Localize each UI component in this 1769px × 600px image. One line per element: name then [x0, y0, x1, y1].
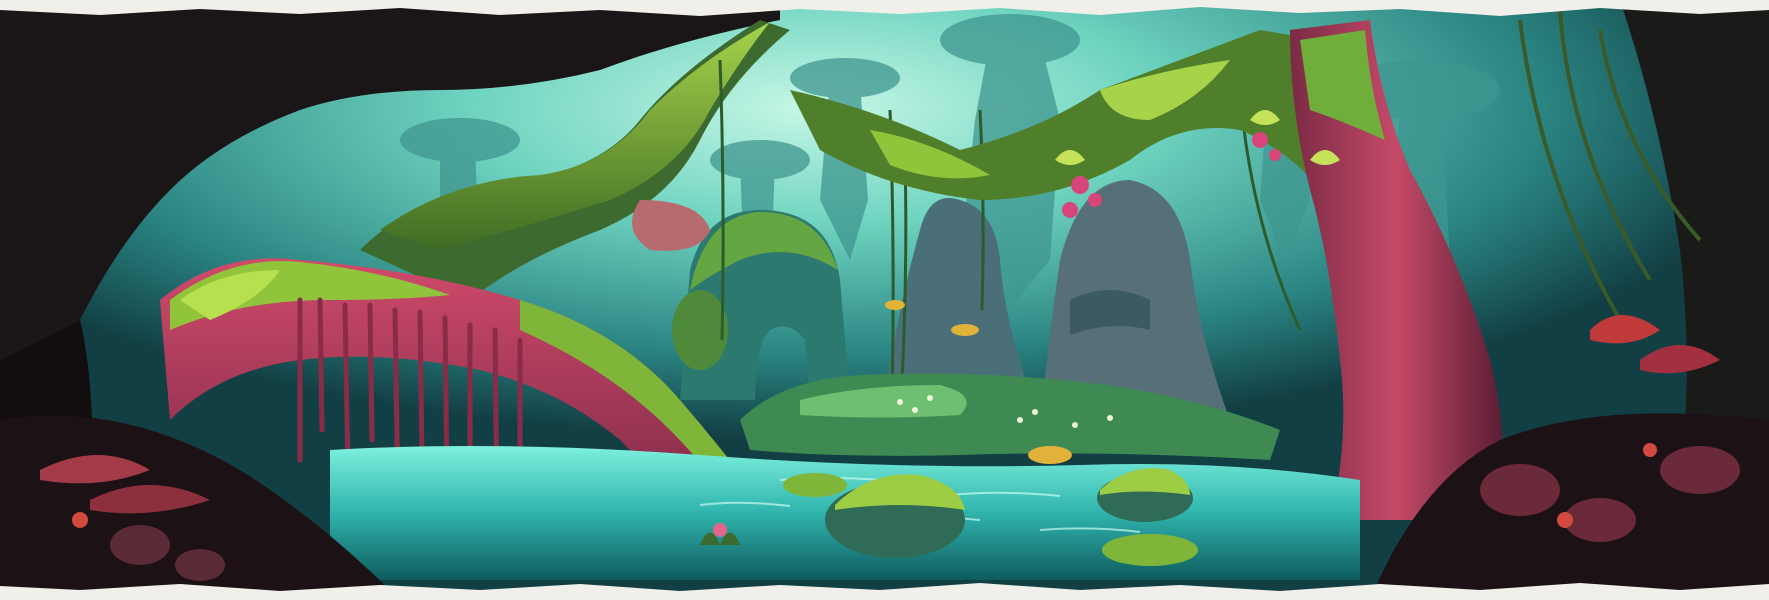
- jungle-illustration: [0, 0, 1769, 600]
- jungle-scene-canvas: [0, 0, 1769, 600]
